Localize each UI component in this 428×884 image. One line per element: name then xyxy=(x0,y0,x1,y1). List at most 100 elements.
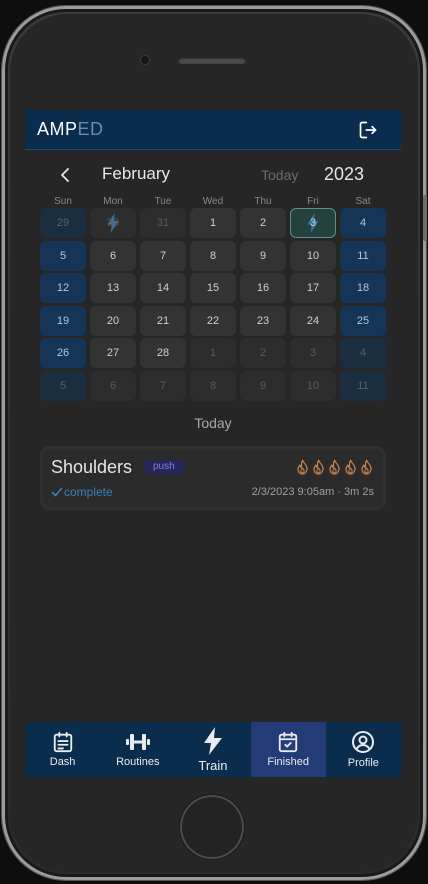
day-number: 18 xyxy=(356,282,370,294)
calendar-day[interactable]: 31 xyxy=(140,208,186,238)
day-number: 1 xyxy=(209,217,217,229)
calendar-day[interactable]: 12 xyxy=(40,273,86,303)
day-number: 30 xyxy=(106,217,120,229)
day-number: 14 xyxy=(156,282,170,294)
flame-icon xyxy=(297,459,308,475)
logout-icon[interactable] xyxy=(357,119,379,141)
calendar-day[interactable]: 20 xyxy=(90,305,136,336)
prev-month-chevron-icon[interactable] xyxy=(57,167,73,183)
day-number: 6 xyxy=(109,249,117,262)
calendar-day[interactable]: 6 xyxy=(90,240,136,271)
workout-tag: push xyxy=(143,460,185,474)
calendar-day[interactable]: 29 xyxy=(40,208,86,238)
day-number: 8 xyxy=(209,379,217,392)
day-number: 23 xyxy=(256,314,270,327)
checkmark-icon xyxy=(51,487,63,497)
user-circle-icon xyxy=(352,731,375,753)
calendar-day[interactable]: 2 xyxy=(240,338,286,368)
side-button xyxy=(423,195,427,241)
calendar-day[interactable]: 27 xyxy=(90,338,136,368)
day-number: 19 xyxy=(56,314,70,327)
weekday-label: Mon xyxy=(103,196,123,207)
status-complete: complete xyxy=(51,485,113,499)
calendar-day[interactable]: 11 xyxy=(340,240,386,271)
day-number: 5 xyxy=(59,379,67,392)
dumbbell-icon xyxy=(125,734,150,750)
calendar-day[interactable]: 1 xyxy=(190,338,236,368)
calendar-day[interactable]: 15 xyxy=(190,273,236,303)
calendar-day[interactable]: 4 xyxy=(340,208,386,238)
calendar-day[interactable]: 9 xyxy=(240,370,286,401)
app-screen: AMPED February Today 2023 Sun Mon Tue Wed Th… xyxy=(25,110,401,777)
day-number: 7 xyxy=(159,249,167,262)
day-number: 6 xyxy=(109,379,117,392)
workout-datetime: 2/3/2023 9:05am xyxy=(251,486,335,498)
tab-dash[interactable]: Dash xyxy=(25,722,100,777)
calendar-day[interactable]: 14 xyxy=(140,273,186,303)
day-number: 9 xyxy=(259,379,267,392)
day-number: 1 xyxy=(209,347,217,359)
day-number: 25 xyxy=(356,314,370,327)
day-number: 26 xyxy=(56,347,70,359)
calendar-day[interactable]: 18 xyxy=(340,273,386,303)
month-label[interactable]: February xyxy=(102,164,170,184)
calendar-day[interactable]: 30 xyxy=(90,208,136,238)
day-number: 3 xyxy=(309,217,317,229)
calendar-day[interactable]: 21 xyxy=(140,305,186,336)
calendar-day[interactable]: 16 xyxy=(240,273,286,303)
workout-card[interactable]: Shoulders push complete 2/3/2023 9:05am … xyxy=(40,446,386,510)
calendar-day[interactable]: 10 xyxy=(290,240,336,271)
weekday-label: Sat xyxy=(355,196,371,207)
day-number: 21 xyxy=(156,314,170,327)
calendar-day[interactable]: 7 xyxy=(140,240,186,271)
calendar-day[interactable]: 8 xyxy=(190,370,236,401)
workout-duration: · 3m 2s xyxy=(337,486,374,498)
calendar-day[interactable]: 25 xyxy=(340,305,386,336)
section-title: Today xyxy=(194,415,232,431)
calendar-day[interactable]: 5 xyxy=(40,240,86,271)
calendar-day[interactable]: 6 xyxy=(90,370,136,401)
calendar-day[interactable]: 26 xyxy=(40,338,86,368)
tab-finished[interactable]: Finished xyxy=(250,722,326,777)
calendar-day[interactable]: 11 xyxy=(340,370,386,401)
year-label[interactable]: 2023 xyxy=(324,164,364,185)
tab-profile[interactable]: Profile xyxy=(326,722,401,777)
day-number: 5 xyxy=(59,249,67,262)
calendar-day[interactable]: 7 xyxy=(140,370,186,401)
status-label: complete xyxy=(64,485,113,499)
calendar-day-today[interactable]: 3 xyxy=(290,208,336,238)
workout-meta: 2/3/2023 9:05am · 3m 2s xyxy=(252,486,374,498)
tab-train-label: Train xyxy=(198,757,228,773)
calendar-day[interactable]: 22 xyxy=(190,305,236,336)
weekday-label: Fri xyxy=(307,196,319,207)
day-number: 22 xyxy=(206,314,220,327)
calendar-day[interactable]: 10 xyxy=(290,370,336,401)
calendar-header: February Today 2023 xyxy=(25,150,401,200)
calendar-day[interactable]: 1 xyxy=(190,208,236,238)
calendar-day[interactable]: 13 xyxy=(90,273,136,303)
day-number: 3 xyxy=(309,347,317,359)
home-button[interactable] xyxy=(180,795,244,859)
tab-routines[interactable]: Routines xyxy=(100,722,175,777)
speaker xyxy=(178,57,246,64)
day-number: 15 xyxy=(206,282,220,294)
day-number: 10 xyxy=(306,379,320,392)
calendar-day[interactable]: 24 xyxy=(290,305,336,336)
calendar-day[interactable]: 3 xyxy=(290,338,336,368)
calendar-day[interactable]: 19 xyxy=(40,305,86,336)
calendar-day[interactable]: 8 xyxy=(190,240,236,271)
day-number: 29 xyxy=(56,217,70,229)
day-number: 7 xyxy=(159,379,167,392)
calendar-day[interactable]: 17 xyxy=(290,273,336,303)
tab-routines-label: Routines xyxy=(116,756,160,768)
calendar-day[interactable]: 23 xyxy=(240,305,286,336)
calendar-day[interactable]: 28 xyxy=(140,338,186,368)
day-number: 11 xyxy=(357,249,369,262)
calendar-day[interactable]: 5 xyxy=(40,370,86,401)
calendar-day[interactable]: 4 xyxy=(340,338,386,368)
calendar-day[interactable]: 2 xyxy=(240,208,286,238)
calendar-day[interactable]: 9 xyxy=(240,240,286,271)
today-button[interactable]: Today xyxy=(261,167,298,183)
tab-train[interactable]: Train xyxy=(175,722,250,777)
day-number: 24 xyxy=(306,314,320,327)
